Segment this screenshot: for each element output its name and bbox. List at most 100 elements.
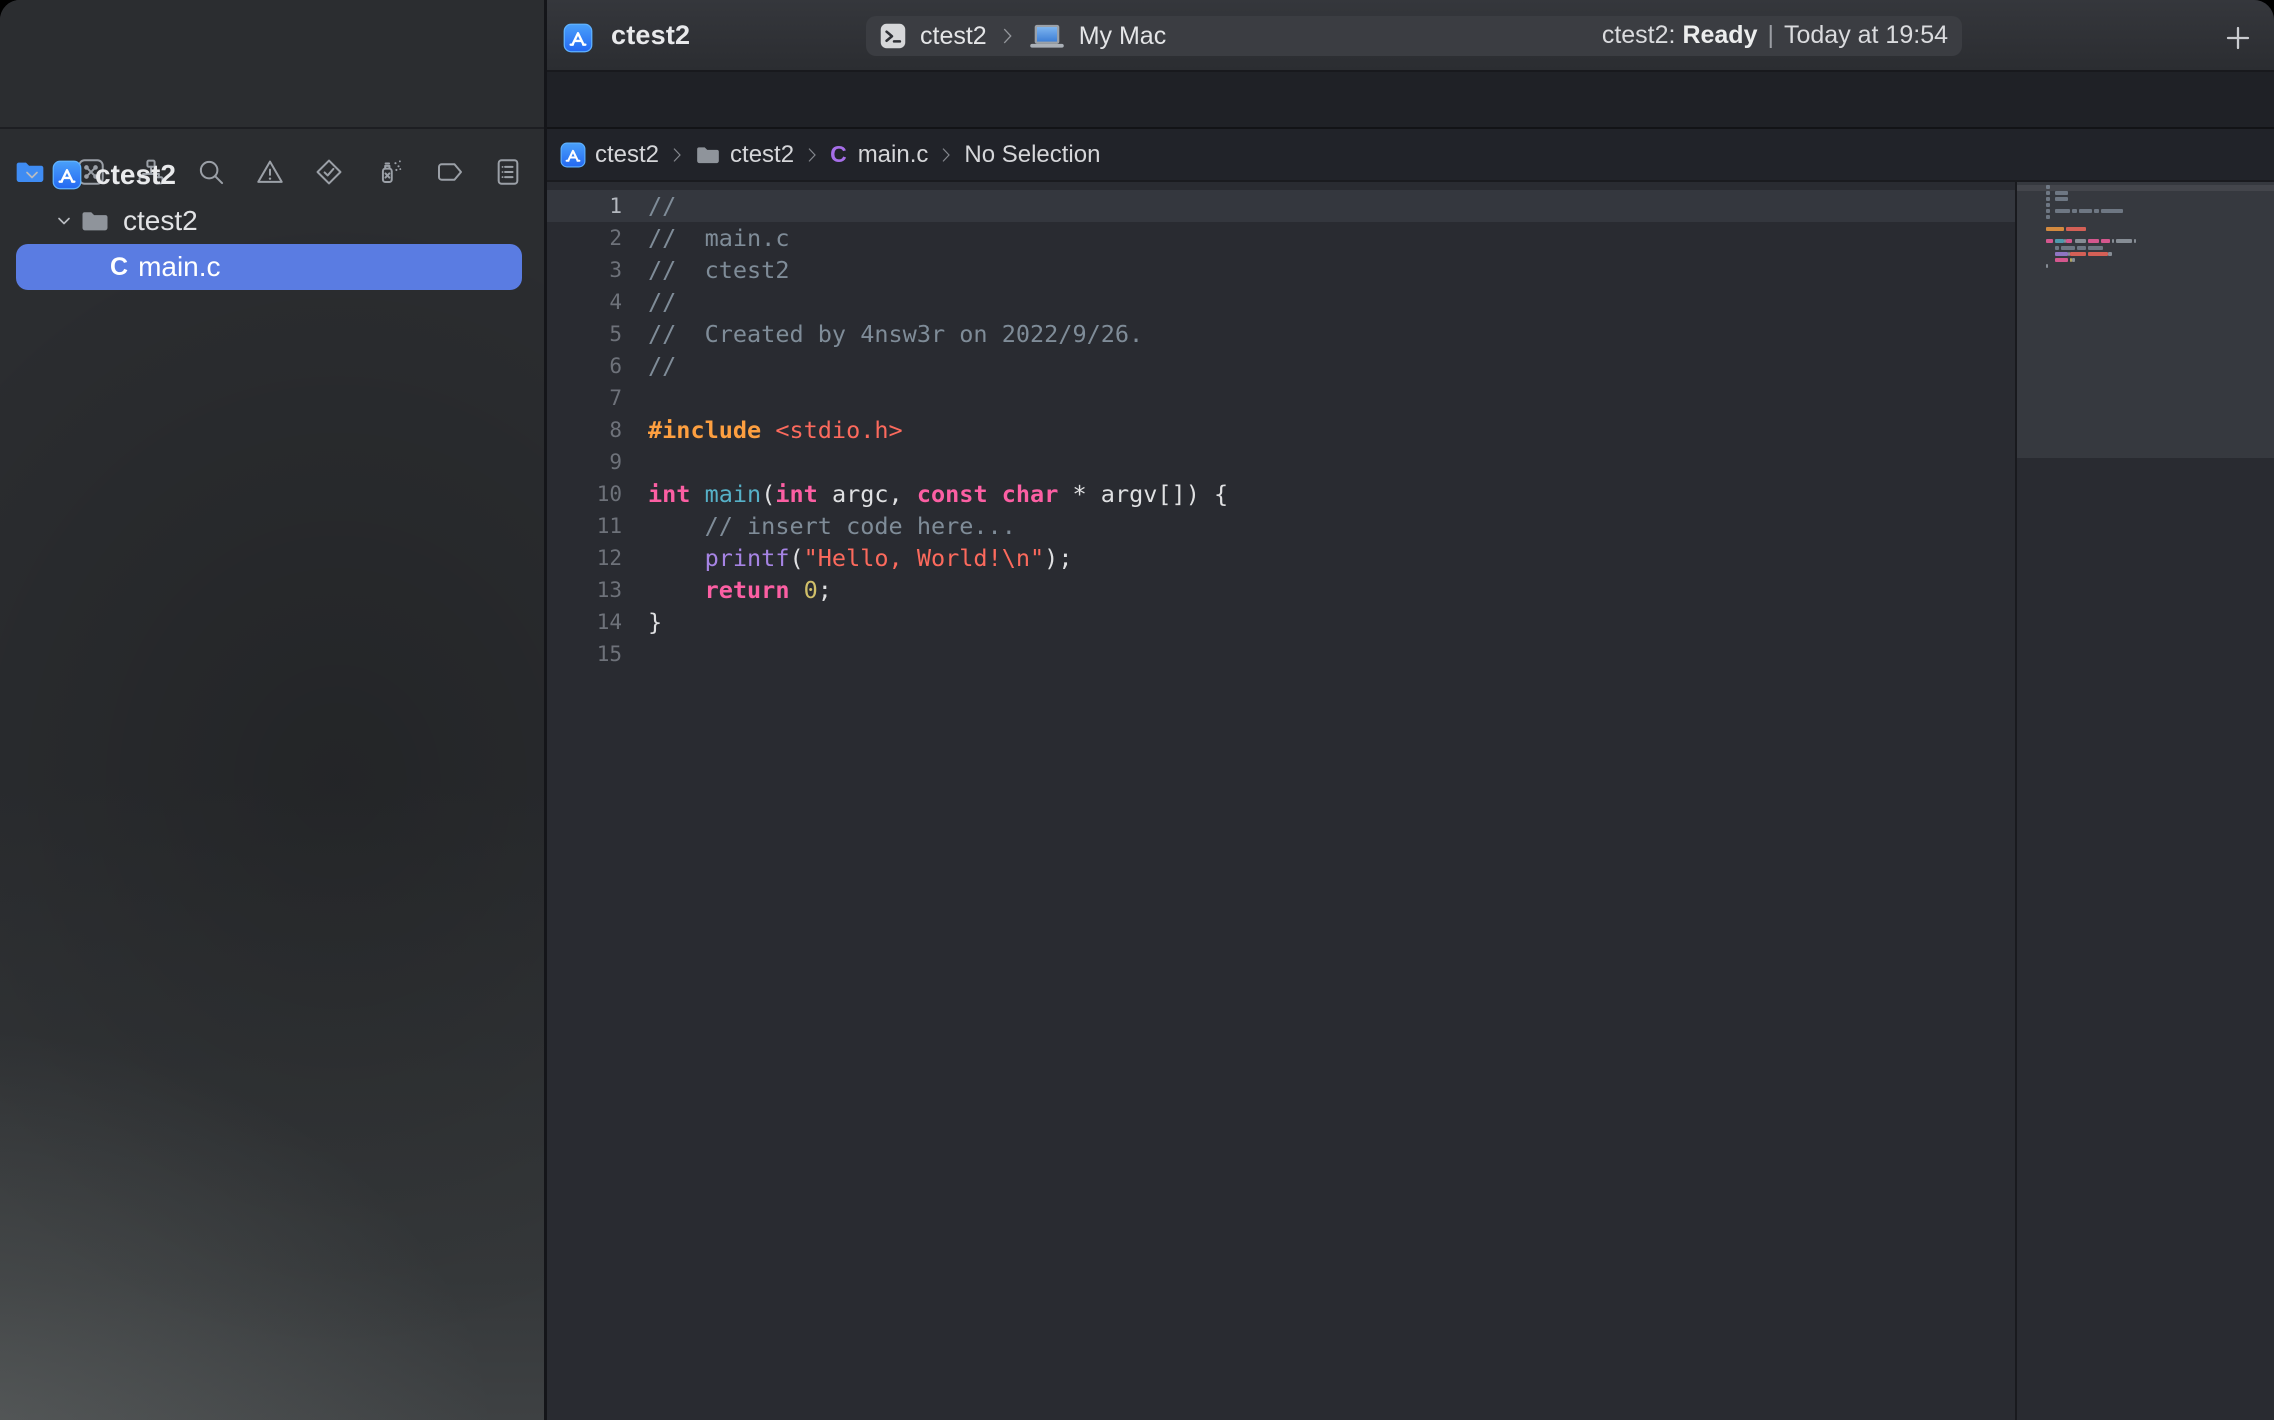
line-number[interactable]: 14 [547, 606, 622, 638]
code-line[interactable]: 1 // [547, 190, 2015, 222]
minimap-line-mark [2055, 191, 2068, 195]
line-number[interactable]: 13 [547, 574, 622, 606]
code-text: return 0; [648, 574, 832, 606]
code-line[interactable]: 9 [547, 446, 2015, 478]
chevron-down-icon[interactable] [54, 211, 74, 231]
code-line[interactable]: 5// Created by 4nsw3r on 2022/9/26. [547, 318, 2015, 350]
breadcrumb-label: ctest2 [730, 141, 794, 169]
minimap-line-mark [2066, 239, 2073, 243]
library-add-button[interactable] [2222, 22, 2254, 54]
breadcrumb-label: No Selection [964, 141, 1100, 169]
code-editor[interactable]: 1//2// main.c3// ctest24//5// Created by… [547, 182, 2274, 1420]
breadcrumb-item[interactable]: No Selection [964, 141, 1100, 169]
minimap-line-mark [2108, 252, 2112, 256]
minimap-line-mark [2046, 191, 2050, 195]
tree-item-label: ctest2 [95, 159, 176, 191]
app-store-icon [560, 142, 586, 168]
minimap-line-mark [2046, 209, 2050, 213]
breadcrumb-chevron-icon [671, 145, 683, 165]
code-line[interactable]: 15 [547, 638, 2015, 670]
line-number[interactable]: 15 [547, 638, 622, 670]
scheme-destination-label[interactable]: My Mac [1079, 22, 1167, 51]
minimap-line-mark [2072, 258, 2074, 262]
chevron-right-icon [1001, 25, 1014, 47]
line-number[interactable]: 10 [547, 478, 622, 510]
code-text: // insert code here... [648, 510, 1016, 542]
code-line[interactable]: 6 // [547, 350, 2015, 382]
code-line[interactable]: 12 printf("Hello, World!\n"); [547, 542, 2015, 574]
code-text: // main.c [648, 222, 789, 254]
breadcrumb-label: main.c [858, 141, 929, 169]
minimap-line-mark [2077, 246, 2086, 250]
minimap-line-mark [2046, 185, 2050, 189]
code-text: // [648, 190, 676, 222]
minimap-line-mark [2116, 239, 2131, 243]
minimap-line-mark [2055, 252, 2068, 256]
tree-row-ctest2[interactable]: ctest2 [0, 198, 544, 244]
breadcrumb-label: ctest2 [595, 141, 659, 169]
minimap-line-mark [2055, 246, 2059, 250]
minimap[interactable] [2017, 182, 2274, 1420]
scheme-target-label[interactable]: ctest2 [920, 22, 987, 51]
minimap-line-mark [2046, 215, 2050, 219]
line-number[interactable]: 9 [547, 446, 622, 478]
breadcrumb-item[interactable]: ctest2 [560, 141, 659, 169]
code-line[interactable]: 3// ctest2 [547, 254, 2015, 286]
chevron-down-icon[interactable] [22, 165, 42, 185]
line-number[interactable]: 3 [547, 254, 622, 286]
c-file-badge: C [110, 253, 128, 282]
breadcrumb-chevron-icon [806, 145, 818, 165]
code-line[interactable]: 14} [547, 606, 2015, 638]
minimap-line-mark [2066, 227, 2086, 231]
code-text: // [648, 286, 676, 318]
code-text: #include <stdio.h> [648, 414, 903, 446]
window-title: ctest2 [611, 0, 690, 70]
tree-row-ctest2[interactable]: ctest2 [0, 152, 544, 198]
line-number[interactable]: 6 [547, 350, 622, 382]
minimap-line-mark [2046, 227, 2064, 231]
tree-item-label: ctest2 [123, 205, 198, 237]
status-separator: | [1757, 21, 1784, 50]
app-store-icon [563, 23, 593, 53]
activity-status[interactable]: ctest2: Ready | Today at 19:54 [1602, 0, 1948, 70]
line-number[interactable]: 1 [547, 190, 622, 222]
line-number[interactable]: 12 [547, 542, 622, 574]
status-state: Ready [1682, 21, 1757, 50]
code-line[interactable]: 10int main(int argc, const char * argv[]… [547, 478, 2015, 510]
line-number[interactable]: 4 [547, 286, 622, 318]
line-number[interactable]: 2 [547, 222, 622, 254]
minimap-visible-range [2017, 182, 2274, 458]
tab-bar: C main.c [547, 72, 2274, 127]
minimap-line-mark [2094, 209, 2098, 213]
code-line[interactable]: 8 #include <stdio.h> [547, 414, 2015, 446]
minimap-line-mark [2088, 246, 2103, 250]
line-number[interactable]: 11 [547, 510, 622, 542]
code-line[interactable]: 11 // insert code here... [547, 510, 2015, 542]
navigator-bar-divider [0, 127, 544, 129]
code-line[interactable]: 2 // main.c [547, 222, 2015, 254]
code-line[interactable]: 13 return 0; [547, 574, 2015, 606]
minimap-line-mark [2055, 258, 2068, 262]
xcode-window: ctest2 ctest2 My Mac ctest2: Ready | Tod… [0, 0, 2274, 1420]
jump-bar[interactable]: ctest2 ctest2 Cmain.c No Selection [547, 129, 2274, 180]
minimap-line-mark [2101, 239, 2110, 243]
code-line[interactable]: 4 // [547, 286, 2015, 318]
code-line[interactable]: 7 [547, 382, 2015, 414]
breadcrumb-item[interactable]: Cmain.c [830, 141, 928, 169]
line-number[interactable]: 7 [547, 382, 622, 414]
navigator-bar [0, 72, 544, 127]
tree-row-main.c[interactable]: Cmain.c [0, 244, 544, 290]
minimap-line-mark [2046, 264, 2048, 268]
breadcrumb-chevron-icon [940, 145, 952, 165]
code-text: // [648, 350, 676, 382]
line-number[interactable]: 5 [547, 318, 622, 350]
minimap-line-mark [2079, 209, 2092, 213]
minimap-line-mark [2061, 246, 2074, 250]
line-number[interactable]: 8 [547, 414, 622, 446]
minimap-line-mark [2075, 239, 2086, 243]
c-file-badge: C [830, 141, 847, 168]
minimap-line-mark [2055, 239, 2064, 243]
minimap-line-mark [2101, 209, 2123, 213]
status-project: ctest2: [1602, 21, 1676, 50]
breadcrumb-item[interactable]: ctest2 [695, 141, 794, 169]
